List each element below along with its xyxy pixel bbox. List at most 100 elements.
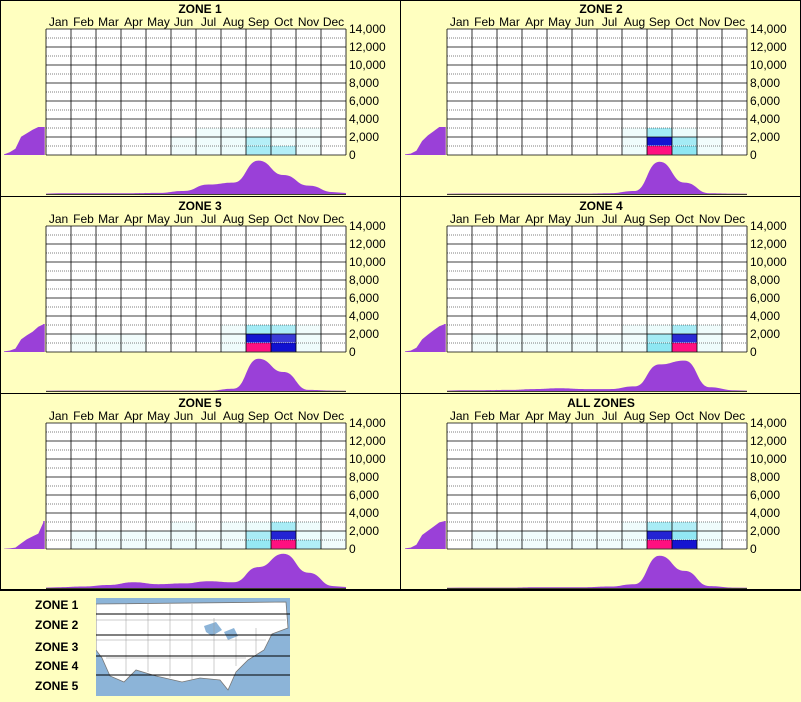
month-label: Aug xyxy=(624,212,645,226)
month-label: Feb xyxy=(474,409,495,423)
y-tick-label: 2,000 xyxy=(750,130,780,144)
heat-cell xyxy=(271,540,296,549)
month-label: Jul xyxy=(201,15,216,29)
month-label: Aug xyxy=(624,409,645,423)
heat-cell xyxy=(672,146,697,155)
chart-title: ZONE 5 xyxy=(178,396,222,410)
heat-cell xyxy=(672,522,697,531)
heat-cell xyxy=(271,325,296,334)
y-tick-label: 4,000 xyxy=(750,309,780,323)
y-tick-label: 10,000 xyxy=(750,58,787,72)
heat-cell xyxy=(647,540,672,549)
elevation-density xyxy=(4,127,44,155)
month-label: Oct xyxy=(274,15,293,29)
heat-cell xyxy=(672,540,697,549)
y-tick-label: 12,000 xyxy=(750,434,787,448)
elevation-density xyxy=(4,521,44,549)
month-label: Apr xyxy=(124,15,143,29)
y-tick-label: 4,000 xyxy=(349,112,379,126)
heat-cell xyxy=(472,334,497,343)
month-label: Mar xyxy=(98,409,119,423)
heat-cell xyxy=(296,325,321,334)
heat-cell xyxy=(622,343,647,352)
heat-cell xyxy=(296,128,321,137)
heat-cell xyxy=(296,137,321,146)
month-label: Jan xyxy=(49,15,68,29)
monthly-density xyxy=(447,161,747,194)
y-tick-label: 10,000 xyxy=(349,452,386,466)
y-tick-label: 4,000 xyxy=(750,112,780,126)
heat-cell xyxy=(71,343,96,352)
month-label: Jun xyxy=(575,409,594,423)
chart-title: ZONE 4 xyxy=(579,199,623,213)
y-tick-label: 0 xyxy=(750,148,757,162)
elevation-density xyxy=(405,521,445,549)
month-label: Jul xyxy=(201,212,216,226)
heat-cell xyxy=(522,540,547,549)
y-tick-label: 6,000 xyxy=(349,291,379,305)
heat-cell xyxy=(296,334,321,343)
month-label: Jan xyxy=(49,409,68,423)
month-label: Mar xyxy=(499,409,520,423)
y-tick-label: 12,000 xyxy=(349,237,386,251)
month-label: Nov xyxy=(699,15,720,29)
y-tick-label: 8,000 xyxy=(349,273,379,287)
heat-cell xyxy=(221,137,246,146)
heat-cell xyxy=(196,540,221,549)
legend-zone-3-label: ZONE 3 xyxy=(35,640,79,654)
chart-title: ZONE 1 xyxy=(178,2,222,16)
y-tick-label: 6,000 xyxy=(349,488,379,502)
heat-cell xyxy=(96,540,121,549)
heat-cell xyxy=(622,531,647,540)
month-label: Feb xyxy=(474,15,495,29)
heat-cell xyxy=(622,540,647,549)
heat-cell xyxy=(497,531,522,540)
y-tick-label: 0 xyxy=(349,148,356,162)
month-label: Nov xyxy=(298,15,319,29)
y-tick-label: 2,000 xyxy=(349,130,379,144)
heat-cell xyxy=(171,540,196,549)
y-tick-label: 6,000 xyxy=(750,488,780,502)
month-label: Jun xyxy=(174,409,193,423)
month-label: Jun xyxy=(575,212,594,226)
month-label: Jan xyxy=(49,212,68,226)
legend-zone-5-label: ZONE 5 xyxy=(35,679,79,693)
month-label: May xyxy=(548,212,571,226)
month-label: May xyxy=(147,212,170,226)
legend-zone-1-label: ZONE 1 xyxy=(35,598,79,612)
heat-cell xyxy=(71,334,96,343)
month-label: Dec xyxy=(323,212,344,226)
heat-cell xyxy=(697,540,722,549)
zone-charts: ZONE 1 Jan Feb Mar Apr May Jun Jul Aug Sep Oct Nov D… xyxy=(0,0,801,590)
heat-cell xyxy=(296,146,321,155)
month-label: Dec xyxy=(724,409,745,423)
heat-cell xyxy=(622,522,647,531)
heat-cell xyxy=(296,531,321,540)
heat-cell xyxy=(697,334,722,343)
heat-cell xyxy=(246,137,271,146)
y-tick-label: 10,000 xyxy=(750,452,787,466)
heat-cell xyxy=(497,540,522,549)
heat-cell xyxy=(697,325,722,334)
month-label: Mar xyxy=(499,15,520,29)
heat-cell xyxy=(96,343,121,352)
heat-cell xyxy=(271,146,296,155)
y-tick-label: 8,000 xyxy=(349,76,379,90)
legend-zone-4-label: ZONE 4 xyxy=(35,659,79,673)
y-tick-label: 12,000 xyxy=(750,237,787,251)
chart-title: ZONE 2 xyxy=(579,2,623,16)
month-label: Sep xyxy=(649,15,671,29)
month-label: Mar xyxy=(499,212,520,226)
heat-cell xyxy=(221,146,246,155)
heat-cell xyxy=(71,531,96,540)
month-label: Jul xyxy=(602,409,617,423)
month-label: Dec xyxy=(724,212,745,226)
heat-cell xyxy=(96,531,121,540)
chart-panel-2: ZONE 2 Jan Feb Mar Apr May Jun Jul Aug Sep Oct Nov D… xyxy=(405,2,787,195)
y-tick-label: 4,000 xyxy=(349,309,379,323)
y-tick-label: 6,000 xyxy=(750,291,780,305)
month-label: Jan xyxy=(450,212,469,226)
month-label: Sep xyxy=(649,212,671,226)
y-tick-label: 0 xyxy=(349,542,356,556)
y-tick-label: 10,000 xyxy=(349,58,386,72)
